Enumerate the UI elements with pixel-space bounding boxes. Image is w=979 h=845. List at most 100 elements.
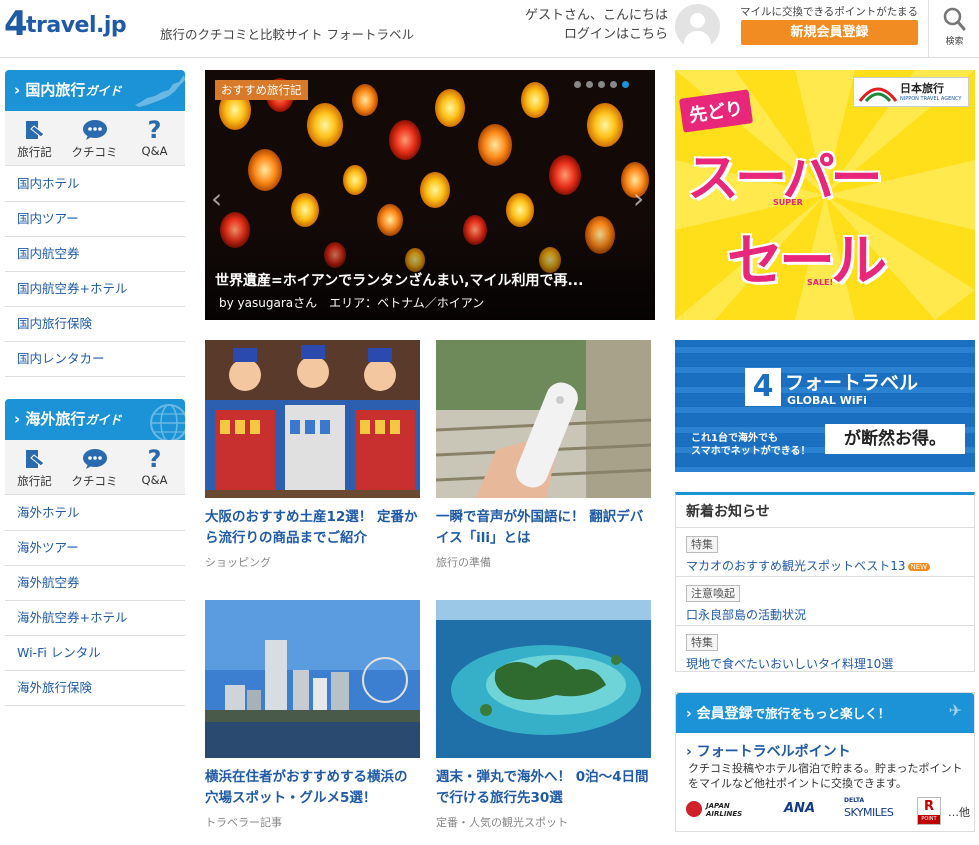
prev-slide-icon[interactable]: ‹ — [211, 182, 222, 215]
reviews-label: クチコミ — [71, 145, 118, 159]
airplane-icon: ✈ — [948, 701, 962, 720]
brand-name-en: NIPPON TRAVEL AGENCY — [900, 96, 962, 102]
overseas-reviews-link[interactable]: クチコミ — [67, 446, 122, 489]
wifi-copy: これ1台で海外でも スマホでネットができる！ — [691, 432, 811, 458]
avatar[interactable] — [675, 4, 720, 49]
news-tag: 特集 — [686, 536, 718, 553]
points-title[interactable]: › フォートラベルポイント — [686, 741, 851, 761]
signup-button[interactable]: 新規会員登録 — [741, 20, 918, 45]
avatar-body — [684, 31, 711, 49]
sidebar-item-domestic-flight[interactable]: 国内航空券 — [5, 237, 185, 272]
news-tag: 注意喚起 — [686, 585, 740, 602]
member-signup-panel[interactable]: › 会員登録で旅行をもっと楽しく！ ✈ › フォートラベルポイント クチコミ投稿… — [675, 692, 975, 832]
globe-icon — [150, 404, 185, 440]
osaka-souvenirs-photo — [205, 340, 420, 498]
sidebar-item-overseas-flight-hotel[interactable]: 海外航空券+ホテル — [5, 601, 185, 636]
slide-indicator — [574, 81, 629, 88]
global-wifi-banner[interactable]: 4 フォートラベル GLOBAL WiFi これ1台で海外でも スマホでネットが… — [675, 340, 975, 472]
question-icon: ? — [147, 116, 162, 144]
slide-dot[interactable] — [598, 81, 605, 88]
featured-tag: おすすめ旅行記 — [215, 80, 308, 100]
slide-dot[interactable] — [586, 81, 593, 88]
article-title[interactable]: 一瞬で音声が外国語に！ 翻訳デバイス「ili」とは — [436, 507, 651, 549]
chevron-right-icon: › — [14, 81, 21, 99]
japan-map-icon — [135, 75, 185, 107]
rakuten-r-icon: R — [924, 799, 935, 814]
overseas-qa-link[interactable]: ? Q&A — [127, 445, 182, 487]
brand-name: 日本旅行 — [900, 82, 944, 95]
wifi-copy-line-1: これ1台で海外でも — [691, 433, 778, 444]
site-tagline: 旅行のクチコミと比較サイト フォートラベル — [160, 27, 414, 42]
chat-bubble-icon — [82, 449, 107, 469]
domestic-travelogue-link[interactable]: 旅行記 — [7, 117, 62, 160]
member-head-sub: で旅行をもっと楽しく！ — [752, 706, 891, 721]
article-category: 旅行の準備 — [436, 556, 491, 569]
site-logo[interactable]: 4 travel.jp — [4, 5, 154, 45]
overseas-travelogue-link[interactable]: 旅行記 — [7, 446, 62, 489]
article-title[interactable]: 横浜在住者がおすすめする横浜の穴場スポット・グルメ5選！ — [205, 767, 420, 809]
chevron-right-icon: › — [686, 706, 697, 722]
news-text[interactable]: 口永良部島の活動状況 — [686, 608, 806, 622]
article-title[interactable]: 週末・弾丸で海外へ！ 0泊～4日間で行ける旅行先30選 — [436, 767, 651, 809]
sidebar-item-domestic-insurance[interactable]: 国内旅行保険 — [5, 307, 185, 342]
domestic-guide-header[interactable]: › 国内旅行ガイド — [5, 70, 185, 111]
domestic-qa-link[interactable]: ? Q&A — [127, 116, 182, 158]
jal-logo: JAPAN AIRLINES — [706, 802, 743, 818]
news-text[interactable]: 現地で食べたいおいしいタイ料理10選 — [686, 657, 893, 671]
featured-slideshow[interactable]: おすすめ旅行記 ‹ › 世界遺産=ホイアンでランタンざんまい,マイル利用で再..… — [205, 70, 655, 320]
wifi-copy-line-2: スマホでネットができる！ — [691, 446, 811, 457]
partners-more: …他 — [948, 806, 970, 819]
next-slide-icon[interactable]: › — [633, 182, 644, 215]
news-item[interactable]: 注意喚起 口永良部島の活動状況 — [676, 577, 974, 626]
news-text[interactable]: マカオのおすすめ観光スポットベスト13 — [686, 559, 906, 573]
sidebar-item-overseas-hotel[interactable]: 海外ホテル — [5, 496, 185, 531]
sidebar-item-domestic-flight-hotel[interactable]: 国内航空券+ホテル — [5, 272, 185, 307]
sidebar-item-overseas-insurance[interactable]: 海外旅行保険 — [5, 671, 185, 706]
greeting-text: ゲストさん、こんにちは — [524, 8, 668, 23]
question-icon: ? — [147, 445, 162, 473]
sidebar-item-overseas-flight[interactable]: 海外航空券 — [5, 566, 185, 601]
sidebar-item-wifi-rental[interactable]: Wi-Fi レンタル — [5, 636, 185, 671]
ana-logo: ANA — [784, 801, 816, 816]
travelogue-label: 旅行記 — [17, 474, 52, 488]
sale-sub-2: SALE! — [807, 278, 834, 287]
search-button[interactable]: 検索 — [928, 0, 979, 58]
domestic-title-text: 国内旅行 — [25, 81, 86, 99]
news-title: 新着お知らせ — [676, 495, 974, 528]
chat-bubble-icon — [82, 120, 107, 140]
news-item[interactable]: 特集 マカオのおすすめ観光スポットベスト13 NEW — [676, 528, 974, 577]
article-thumbnail — [436, 340, 651, 498]
domestic-reviews-link[interactable]: クチコミ — [67, 117, 122, 160]
overseas-guide-title: › 海外旅行ガイド — [14, 408, 121, 429]
domestic-guide-links: 旅行記 クチコミ ? Q&A — [5, 111, 185, 166]
article-category: ショッピング — [205, 556, 271, 569]
overseas-guide-links: 旅行記 クチコミ ? Q&A — [5, 440, 185, 495]
member-header: › 会員登録で旅行をもっと楽しく！ ✈ — [676, 693, 974, 733]
slide-dot[interactable] — [610, 81, 617, 88]
skymiles-logo: SKYMILES — [844, 806, 894, 819]
slide-dot[interactable] — [574, 81, 581, 88]
yokohama-skyline-photo — [205, 600, 420, 758]
guest-greeting: ゲストさん、こんにちは ログインはこちら — [505, 6, 668, 44]
rakuten-point-logo: R POINT — [917, 797, 941, 825]
news-item[interactable]: 特集 現地で食べたいおいしいタイ料理10選 — [676, 626, 974, 675]
news-panel: 新着お知らせ 特集 マカオのおすすめ観光スポットベスト13 NEW 注意喚起 口永… — [675, 492, 975, 672]
domestic-subtitle-text: ガイド — [85, 84, 122, 98]
point-label: POINT — [918, 815, 940, 824]
sidebar-item-domestic-tour[interactable]: 国内ツアー — [5, 202, 185, 237]
sidebar-item-domestic-rentacar[interactable]: 国内レンタカー — [5, 342, 185, 377]
points-title-text: フォートラベルポイント — [696, 744, 851, 760]
overseas-menu: 海外ホテル 海外ツアー 海外航空券 海外航空券+ホテル Wi-Fi レンタル 海… — [5, 496, 185, 706]
wifi-sub: GLOBAL WiFi — [787, 394, 867, 407]
super-sale-banner[interactable]: 先どり 日本旅行 NIPPON TRAVEL AGENCY スーパー SUPER… — [675, 70, 975, 320]
sidebar-item-overseas-tour[interactable]: 海外ツアー — [5, 531, 185, 566]
overseas-guide-header[interactable]: › 海外旅行ガイド — [5, 399, 185, 440]
sidebar-item-domestic-hotel[interactable]: 国内ホテル — [5, 167, 185, 202]
article-category: 定番・人気の観光スポット — [436, 816, 568, 829]
article-title[interactable]: 大阪のおすすめ土産12選！ 定番から流行りの商品までご紹介 — [205, 507, 420, 549]
login-link[interactable]: ログインはこちら — [505, 25, 668, 44]
slide-dot-active[interactable] — [622, 81, 629, 88]
featured-title[interactable]: 世界遺産=ホイアンでランタンざんまい,マイル利用で再... — [215, 270, 645, 290]
partner-logos: JAPAN AIRLINES ANA DELTA SKYMILES R POIN… — [686, 797, 971, 827]
travelogue-label: 旅行記 — [17, 145, 52, 159]
